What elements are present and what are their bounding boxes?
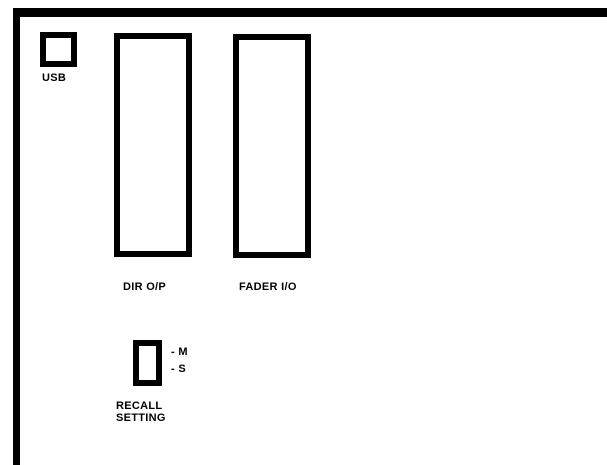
recall-label-line2: SETTING [116,412,166,424]
recall-setting-switch[interactable] [133,340,162,386]
dir-op-connector[interactable] [114,33,192,257]
dir-op-label: DIR O/P [123,281,167,293]
fader-io-connector[interactable] [233,34,311,258]
recall-label-line1: RECALL [116,400,163,412]
recall-setting-label: RECALL SETTING [116,400,196,424]
switch-m-label: - M [171,346,188,358]
usb-port[interactable] [40,32,77,67]
switch-s-label: - S [171,363,186,375]
fader-io-label: FADER I/O [239,281,297,293]
usb-label: USB [42,72,67,84]
